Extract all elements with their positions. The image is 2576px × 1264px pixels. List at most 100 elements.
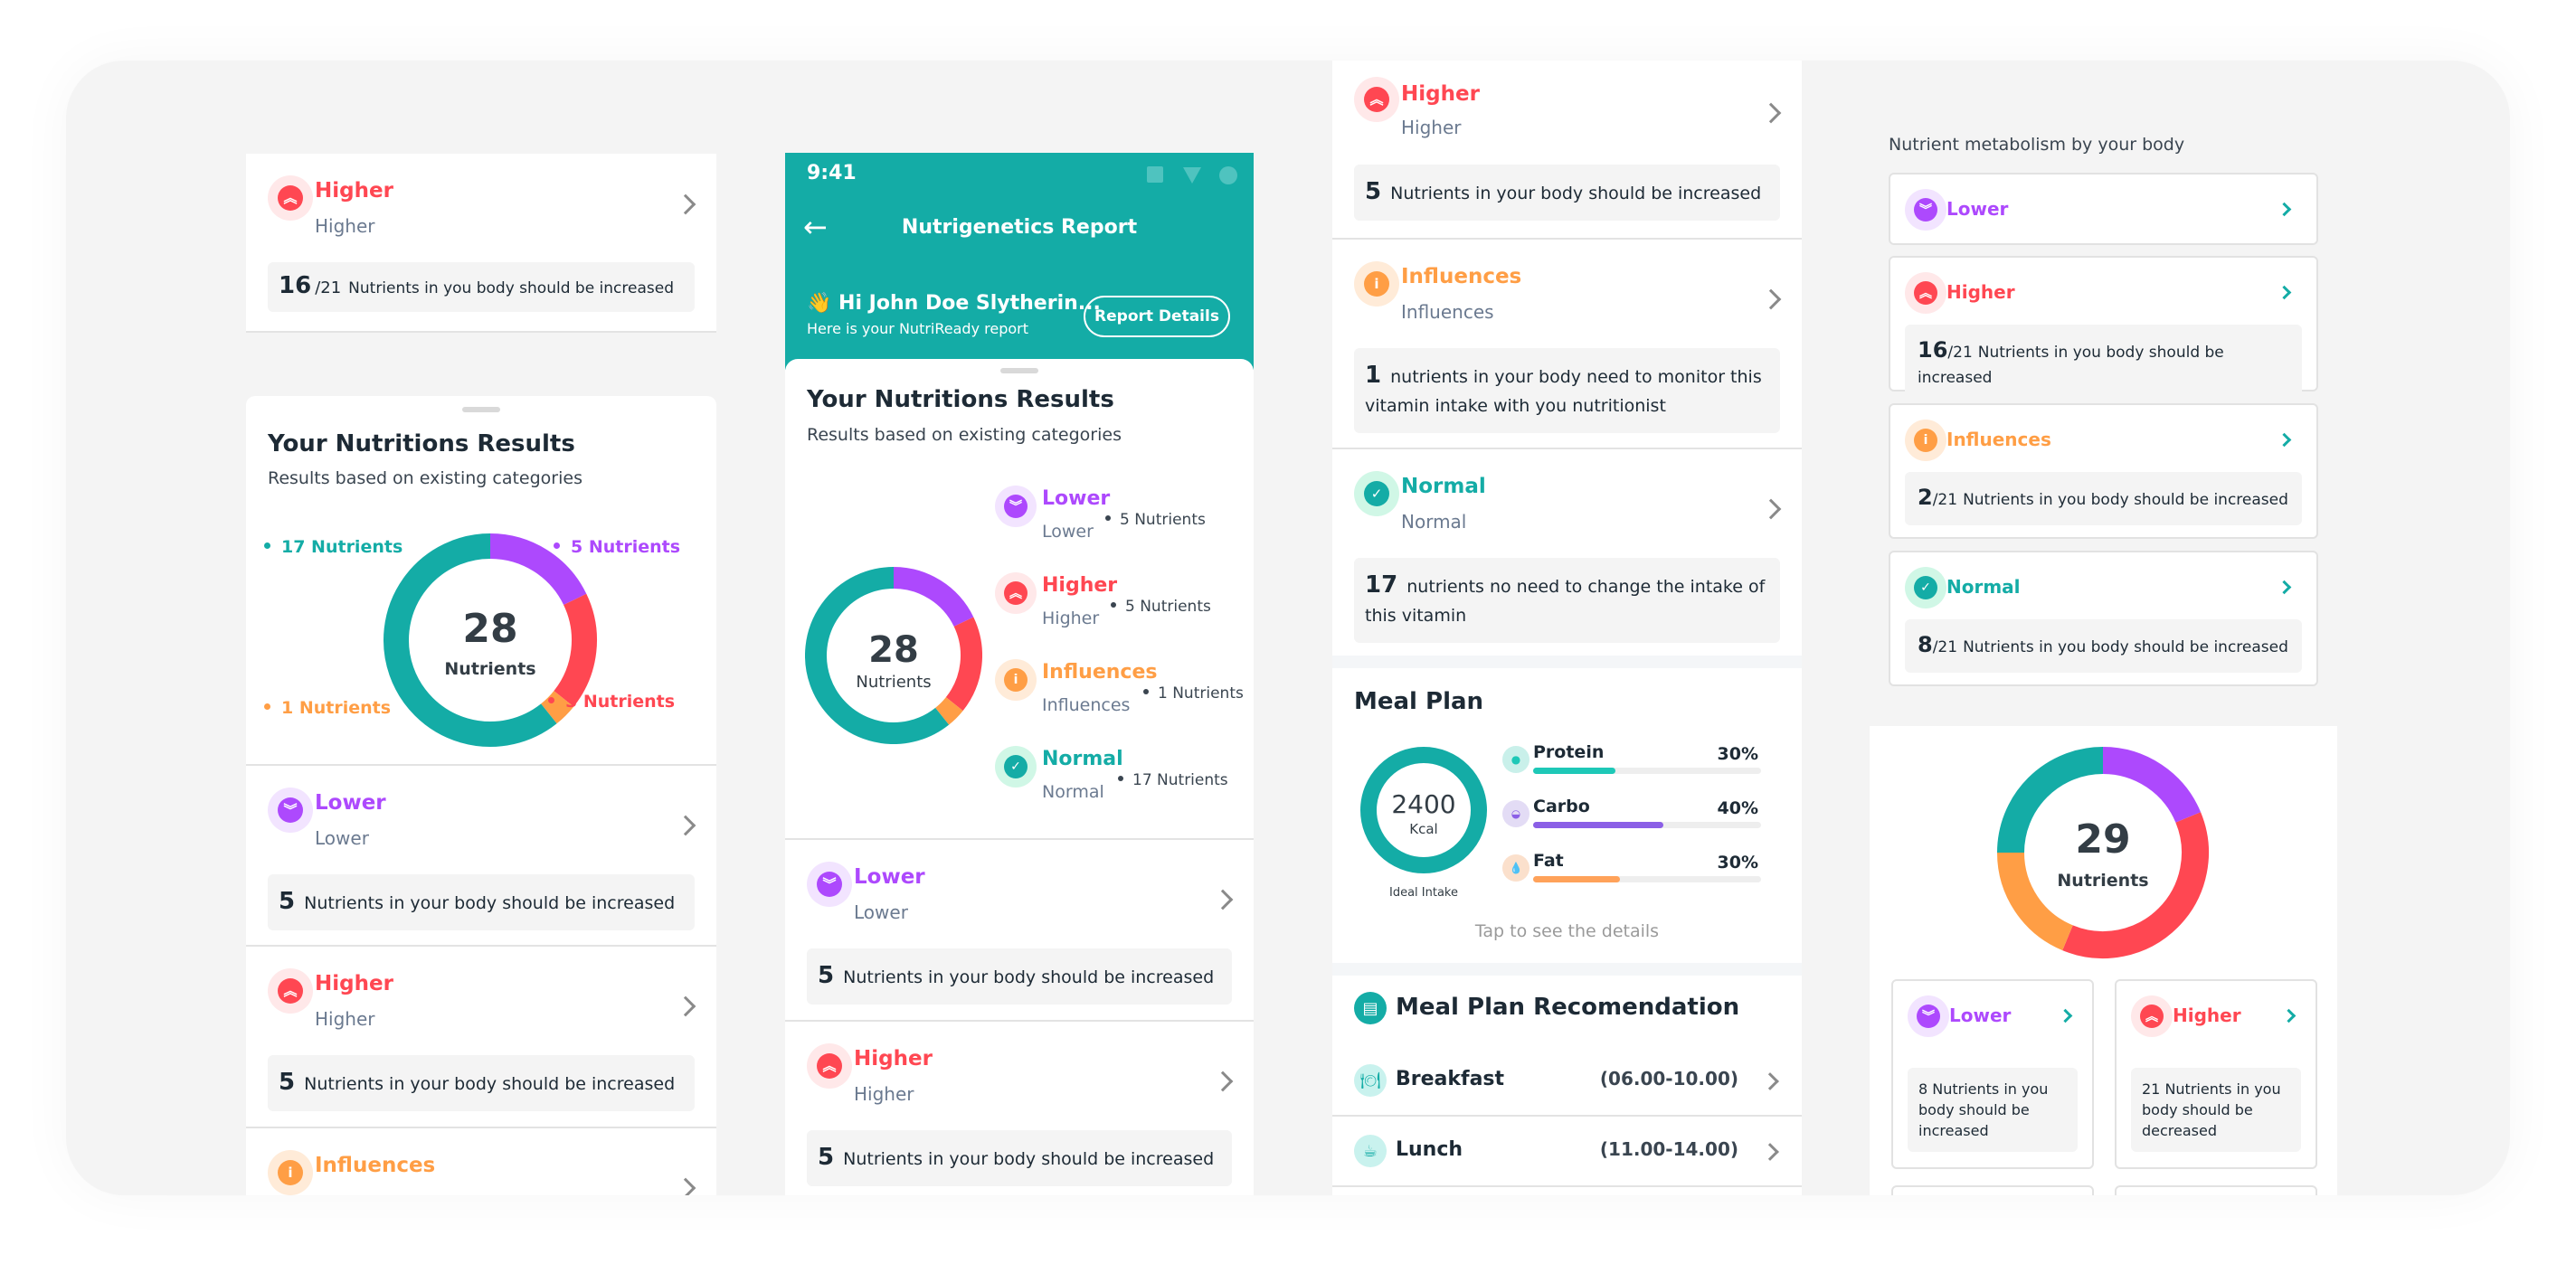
- card-title: Lower: [1949, 1005, 2012, 1026]
- lower-card[interactable]: ︾ Lower Lower 5 Nutrients in your body s…: [785, 840, 1254, 1019]
- summary-text: 21 Nutrients in you body should be decre…: [2131, 1068, 2301, 1152]
- chevrons-down-icon: ︾: [278, 797, 303, 823]
- grid-card-partial[interactable]: [2115, 1185, 2317, 1195]
- check-icon: ✓: [1364, 481, 1389, 506]
- donut-slice-influences: [1997, 852, 2074, 951]
- total: /21: [1932, 491, 1958, 509]
- chevron-right-icon[interactable]: [1212, 1071, 1234, 1092]
- influences-card[interactable]: i Influences Influences 1 nutrients in y…: [1332, 240, 1802, 448]
- summary-box: 17 nutrients no need to change the intak…: [1354, 558, 1780, 643]
- status-square-icon: [1147, 166, 1163, 183]
- chevron-right-icon[interactable]: [2281, 1008, 2297, 1023]
- drag-handle[interactable]: [462, 407, 500, 412]
- metabolism-card-higher[interactable]: ︽ Higher 16/21 Nutrients in you body shou…: [1889, 256, 2318, 403]
- chevron-right-icon[interactable]: [2277, 285, 2292, 300]
- category-subtitle: Influences: [1401, 301, 1494, 323]
- category-title: Higher: [315, 179, 393, 203]
- summary-text: Nutrients in you body should be increase…: [1963, 491, 2288, 509]
- lower-card[interactable]: ︾ Lower Lower 5 Nutrients in your body s…: [246, 766, 716, 945]
- normal-card[interactable]: ✓ Normal Normal 17 nutrients no need to …: [1332, 449, 1802, 656]
- legend-subtitle: Higher: [1042, 608, 1100, 628]
- category-subtitle: Lower: [854, 901, 908, 923]
- lower-badge: ︾: [268, 788, 313, 833]
- results-title: Your Nutritions Results: [268, 430, 575, 457]
- category-title: Higher: [854, 1047, 933, 1071]
- results-donut-chart: 28 Nutrients: [384, 533, 597, 747]
- grid-card-higher[interactable]: ︽ Higher 21 Nutrients in you body should…: [2115, 979, 2317, 1169]
- legend-count: 5 Nutrients: [1111, 598, 1211, 616]
- chevron-right-icon[interactable]: [2277, 580, 2292, 595]
- chevron-right-icon[interactable]: [1761, 1072, 1779, 1090]
- category-title: Normal: [1401, 475, 1486, 498]
- summary-box: 5 Nutrients in your body should be incre…: [807, 948, 1232, 1005]
- report-details-button[interactable]: Report Details: [1084, 296, 1230, 337]
- divider: [246, 331, 716, 333]
- meal-plan-card[interactable]: Meal Plan 2400 Kcal Ideal Intake ● Protei…: [1332, 668, 1802, 963]
- results-sheet: Your Nutritions Results Results based on…: [785, 359, 1254, 1195]
- count: 16: [279, 272, 312, 299]
- chevron-right-icon[interactable]: [1760, 498, 1782, 520]
- results-title: Your Nutritions Results: [807, 386, 1114, 413]
- chevron-right-icon[interactable]: [2058, 1008, 2073, 1023]
- category-subtitle: Higher: [315, 215, 375, 237]
- drag-handle[interactable]: [1000, 368, 1038, 373]
- influences-card[interactable]: i Influences: [246, 1128, 716, 1195]
- legend-title: Influences: [1042, 661, 1158, 684]
- normal-badge: ✓: [995, 746, 1037, 788]
- card-title: Normal: [1946, 576, 2021, 598]
- battery-icon: [1219, 166, 1237, 184]
- category-title: Influences: [315, 1154, 436, 1177]
- chevron-right-icon[interactable]: [2277, 202, 2292, 217]
- chevron-right-icon[interactable]: [1761, 1143, 1779, 1161]
- summary-text: Nutrients in you body should be increase…: [348, 279, 674, 297]
- chevron-right-icon[interactable]: [675, 815, 696, 836]
- info-icon: i: [1004, 668, 1028, 692]
- chevrons-up-icon: ︽: [1914, 281, 1937, 305]
- col1-top-card[interactable]: ︽ Higher Higher 16/21 Nutrients in you bo…: [246, 154, 716, 333]
- meal-name: Breakfast: [1396, 1068, 1505, 1090]
- higher-card[interactable]: ︽ Higher Higher 5 Nutrients in your body…: [1332, 61, 1802, 238]
- chevron-right-icon[interactable]: [675, 1177, 696, 1195]
- higher-card[interactable]: ︽ Higher Higher 16/21 Nutrients in you bo…: [246, 154, 716, 333]
- chevron-right-icon[interactable]: [675, 995, 696, 1017]
- legend-influences: 1 Nutrients: [264, 698, 391, 718]
- summary-text: nutrients in your body need to monitor t…: [1365, 367, 1762, 416]
- count: 1: [1365, 362, 1382, 389]
- oil-drop-icon: 💧: [1502, 854, 1530, 882]
- macro-name: Protein: [1533, 742, 1605, 762]
- chevron-right-icon[interactable]: [1760, 102, 1782, 124]
- check-icon: ✓: [1914, 576, 1937, 599]
- macro-bar-fill: [1533, 876, 1620, 882]
- grid-card-partial[interactable]: [1891, 1185, 2094, 1195]
- chevron-right-icon[interactable]: [1212, 889, 1234, 910]
- chevron-right-icon[interactable]: [2277, 432, 2292, 448]
- info-icon: i: [278, 1160, 303, 1185]
- count: 5: [279, 1069, 296, 1096]
- influences-badge: i: [995, 659, 1037, 701]
- donut-total-label: Nutrients: [856, 673, 931, 692]
- higher-card[interactable]: ︽ Higher Higher 5 Nutrients in your body…: [785, 1022, 1254, 1195]
- chevron-right-icon[interactable]: [675, 193, 696, 215]
- chevrons-up-icon: ︽: [2140, 1005, 2164, 1028]
- chevron-right-icon[interactable]: [1760, 288, 1782, 310]
- results-subtitle: Results based on existing categories: [807, 425, 1122, 445]
- meal-row-breakfast[interactable]: 🍽 Breakfast (06.00-10.00): [1332, 1046, 1802, 1117]
- category-title: Lower: [854, 865, 925, 889]
- chevrons-up-icon: ︽: [278, 185, 303, 211]
- macro-name: Carbo: [1533, 797, 1590, 816]
- metabolism-card-lower[interactable]: ︾ Lower: [1889, 173, 2318, 245]
- grid-card-lower[interactable]: ︾ Lower 8 Nutrients in you body should b…: [1891, 979, 2094, 1169]
- total: /21: [1932, 638, 1958, 656]
- metabolism-summary-panel: 29 Nutrients ︾ Lower 8 Nutrients in you …: [1870, 726, 2337, 1195]
- metabolism-card-normal[interactable]: ✓ Normal 8/21 Nutrients in you body shoul…: [1889, 551, 2318, 686]
- donut-slice-lower: [893, 567, 974, 627]
- meal-row-lunch[interactable]: ☕ Lunch (11.00-14.00): [1332, 1117, 1802, 1187]
- summary-text: Nutrients in your body should be increas…: [304, 1074, 676, 1094]
- metabolism-card-influences[interactable]: i Influences 2/21 Nutrients in you body s…: [1889, 403, 2318, 539]
- higher-card[interactable]: ︽ Higher Higher 5 Nutrients in your body…: [246, 947, 716, 1126]
- tap-details-hint[interactable]: Tap to see the details: [1332, 921, 1802, 941]
- greeting-subtitle: Here is your NutriReady report: [807, 320, 1028, 337]
- metabolism-list: ︾ Lower ︽ Higher 16/21 Nutrients in you b…: [1889, 173, 2318, 688]
- lower-badge: ︾: [1908, 995, 1949, 1037]
- influences-badge: i: [268, 1150, 313, 1195]
